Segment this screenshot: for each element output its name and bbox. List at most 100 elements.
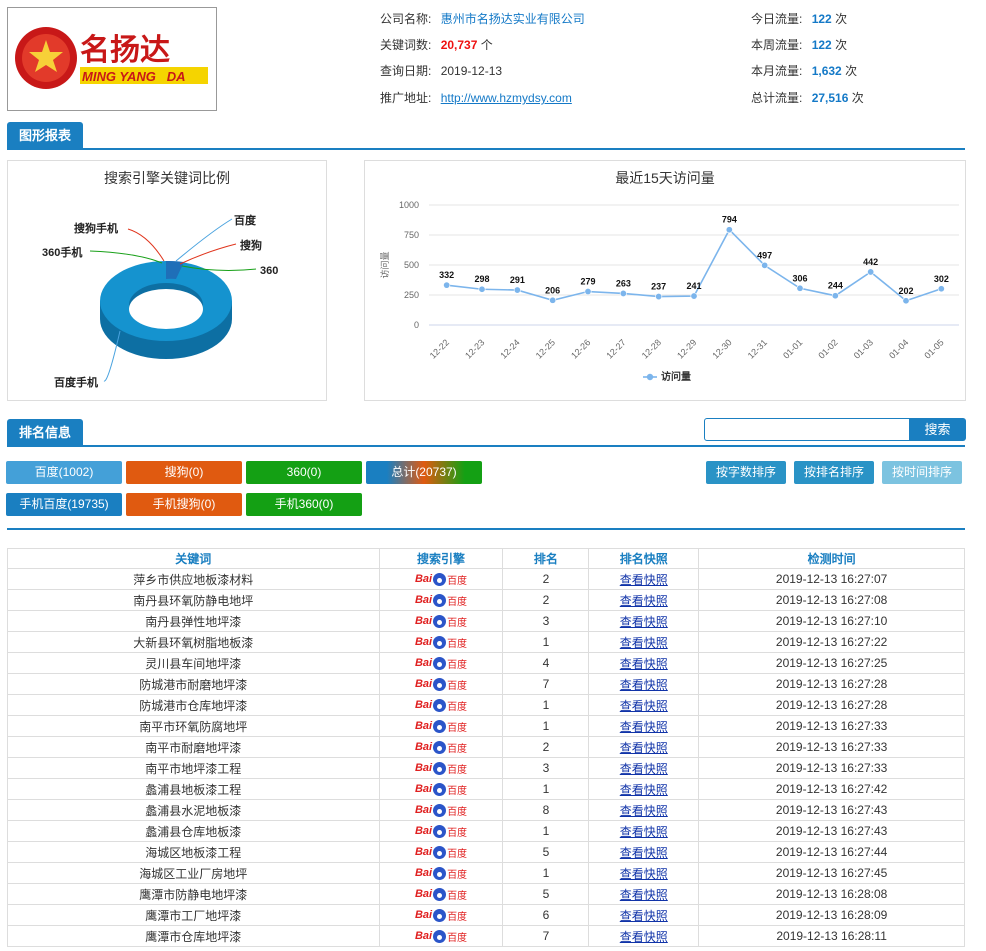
data-label: 206: [545, 285, 560, 295]
view-snapshot-link[interactable]: 查看快照: [620, 762, 668, 776]
month-traffic-label: 本月流量:: [751, 64, 803, 78]
col-header-engine[interactable]: 搜索引擎: [378, 548, 504, 569]
check-time-cell: 2019-12-13 16:28:08: [698, 883, 965, 905]
check-time-cell: 2019-12-13 16:27:45: [698, 862, 965, 884]
data-point[interactable]: [478, 285, 486, 293]
keyword-count-row: 关键词数: 20,737 个: [380, 38, 493, 52]
baidu-logo-icon: Bai 百度: [414, 845, 468, 860]
keyword-cell: 南丹县弹性地坪漆: [7, 610, 380, 632]
sort-by-length-button[interactable]: 按字数排序: [706, 461, 786, 484]
view-snapshot-link[interactable]: 查看快照: [620, 720, 668, 734]
view-snapshot-link[interactable]: 查看快照: [620, 699, 668, 713]
view-snapshot-link[interactable]: 查看快照: [620, 846, 668, 860]
x-tick-label: 01-01: [781, 337, 804, 360]
view-snapshot-link[interactable]: 查看快照: [620, 930, 668, 944]
view-snapshot-link[interactable]: 查看快照: [620, 678, 668, 692]
x-tick-label: 01-05: [922, 337, 945, 360]
filter-mobile-baidu-button[interactable]: 手机百度(19735): [6, 493, 122, 516]
col-header-keyword[interactable]: 关键词: [7, 548, 380, 569]
search-input[interactable]: [704, 418, 910, 441]
view-snapshot-link[interactable]: 查看快照: [620, 909, 668, 923]
baidu-logo-icon: Bai 百度: [414, 740, 468, 755]
col-header-time[interactable]: 检测时间: [698, 548, 965, 569]
data-point[interactable]: [796, 284, 804, 292]
baidu-logo-icon: Bai 百度: [414, 593, 468, 608]
engine-cell: Bai 百度: [378, 883, 504, 905]
snapshot-cell: 查看快照: [588, 673, 700, 695]
data-label: 306: [792, 273, 807, 283]
view-snapshot-link[interactable]: 查看快照: [620, 741, 668, 755]
filter-mobile-360-button[interactable]: 手机360(0): [246, 493, 362, 516]
data-point[interactable]: [725, 226, 733, 234]
promo-url-label: 推广地址:: [380, 91, 432, 105]
rank-cell: 1: [502, 862, 590, 884]
ranking-tab[interactable]: 排名信息: [7, 419, 84, 447]
view-snapshot-link[interactable]: 查看快照: [620, 825, 668, 839]
table-row: 防城港市耐磨地坪漆 Bai 百度 7 查看快照 2019-12-13 16:27:28: [7, 673, 965, 695]
charts-tab[interactable]: 图形报表: [7, 122, 84, 150]
filter-sogou-button[interactable]: 搜狗(0): [126, 461, 242, 484]
col-header-snapshot[interactable]: 排名快照: [588, 548, 700, 569]
keyword-cell: 防城港市仓库地坪漆: [7, 694, 380, 716]
engine-cell: Bai 百度: [378, 631, 504, 653]
traffic-unit: 次: [835, 12, 848, 26]
query-date-row: 查询日期: 2019-12-13: [380, 64, 502, 78]
data-point[interactable]: [619, 289, 627, 297]
view-snapshot-link[interactable]: 查看快照: [620, 888, 668, 902]
data-point[interactable]: [761, 261, 769, 269]
col-header-rank[interactable]: 排名: [502, 548, 590, 569]
table-row: 大新县环氧树脂地板漆 Bai 百度 1 查看快照 2019-12-13 16:27:22: [7, 631, 965, 653]
filter-total-button[interactable]: 总计(20737): [366, 461, 482, 484]
data-point[interactable]: [690, 292, 698, 300]
data-point[interactable]: [867, 268, 875, 276]
view-snapshot-link[interactable]: 查看快照: [620, 636, 668, 650]
sort-by-time-button[interactable]: 按时间排序: [882, 461, 962, 484]
data-point[interactable]: [831, 292, 839, 300]
check-time-cell: 2019-12-13 16:27:22: [698, 631, 965, 653]
baidu-paw-icon: [433, 845, 447, 859]
data-point[interactable]: [443, 281, 451, 289]
ranking-table: 关键词 搜索引擎 排名 排名快照 检测时间 萍乡市供应地板漆材料 Bai 百度 2 查看…: [7, 548, 965, 947]
table-row: 南平市环氧防腐地坪 Bai 百度 1 查看快照 2019-12-13 16:27:33: [7, 715, 965, 737]
view-snapshot-link[interactable]: 查看快照: [620, 657, 668, 671]
keyword-cell: 南平市耐磨地坪漆: [7, 736, 380, 758]
view-snapshot-link[interactable]: 查看快照: [620, 783, 668, 797]
filter-baidu-button[interactable]: 百度(1002): [6, 461, 122, 484]
y-tick-label: 250: [404, 290, 419, 300]
data-label: 241: [686, 281, 701, 291]
table-row: 海城区工业厂房地坪 Bai 百度 1 查看快照 2019-12-13 16:27:45: [7, 862, 965, 884]
view-snapshot-link[interactable]: 查看快照: [620, 594, 668, 608]
promo-url-link[interactable]: http://www.hzmydsy.com: [441, 91, 572, 105]
view-snapshot-link[interactable]: 查看快照: [620, 867, 668, 881]
view-snapshot-link[interactable]: 查看快照: [620, 615, 668, 629]
filter-360-button[interactable]: 360(0): [246, 461, 362, 484]
legend-label[interactable]: 访问量: [661, 370, 691, 383]
table-row: 萍乡市供应地板漆材料 Bai 百度 2 查看快照 2019-12-13 16:27:07: [7, 568, 965, 590]
total-traffic-value: 27,516: [811, 91, 849, 105]
view-snapshot-link[interactable]: 查看快照: [620, 573, 668, 587]
filter-mobile-sogou-button[interactable]: 手机搜狗(0): [126, 493, 242, 516]
rank-cell: 5: [502, 841, 590, 863]
keyword-cell: 鹰潭市防静电地坪漆: [7, 883, 380, 905]
sort-by-rank-button[interactable]: 按排名排序: [794, 461, 874, 484]
check-time-cell: 2019-12-13 16:27:43: [698, 799, 965, 821]
data-point[interactable]: [513, 286, 521, 294]
data-point[interactable]: [655, 293, 663, 301]
data-point[interactable]: [937, 285, 945, 293]
data-point[interactable]: [549, 296, 557, 304]
data-point[interactable]: [584, 288, 592, 296]
rank-cell: 1: [502, 820, 590, 842]
table-row: 蠡浦县地板漆工程 Bai 百度 1 查看快照 2019-12-13 16:27:42: [7, 778, 965, 800]
check-time-cell: 2019-12-13 16:27:07: [698, 568, 965, 590]
data-point[interactable]: [902, 297, 910, 305]
engine-cell: Bai 百度: [378, 799, 504, 821]
view-snapshot-link[interactable]: 查看快照: [620, 804, 668, 818]
search-button[interactable]: 搜索: [909, 418, 966, 441]
baidu-logo-icon: Bai 百度: [414, 929, 468, 944]
check-time-cell: 2019-12-13 16:27:42: [698, 778, 965, 800]
today-traffic-row: 今日流量: 122 次: [751, 12, 847, 26]
keyword-cell: 鹰潭市工厂地坪漆: [7, 904, 380, 926]
keyword-cell: 防城港市耐磨地坪漆: [7, 673, 380, 695]
table-row: 蠡浦县仓库地板漆 Bai 百度 1 查看快照 2019-12-13 16:27:43: [7, 820, 965, 842]
line-chart: 0 250 500 750 1000 访问量 332 12-22 298 12-23 291 12-2…: [379, 200, 959, 383]
